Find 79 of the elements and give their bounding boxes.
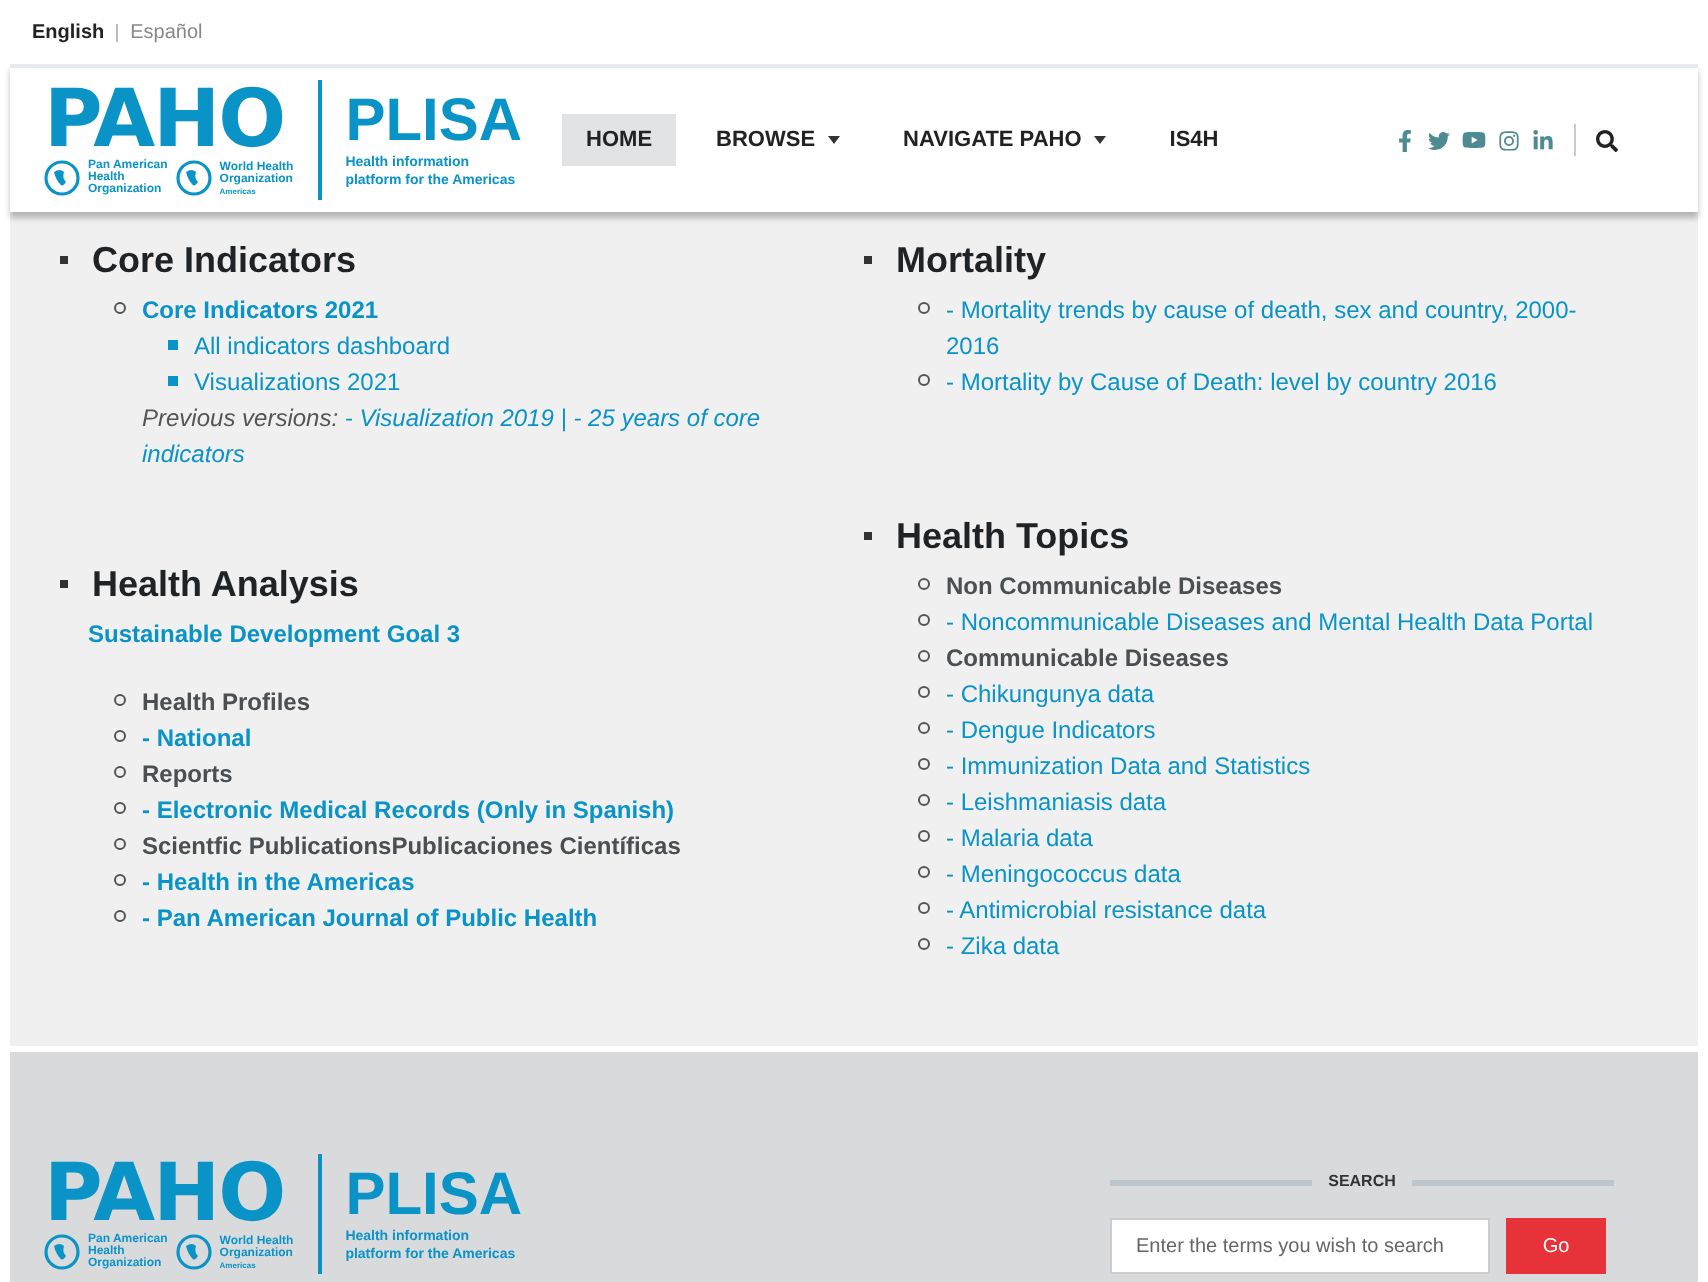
language-link[interactable]: Español — [130, 17, 203, 47]
bullet-icon — [168, 340, 178, 350]
language-link[interactable]: English — [32, 17, 105, 47]
product-name: PLISA — [345, 1164, 523, 1228]
previous-versions-text: Previous versions: - Visualization 2019 | - 25 years of core indicators — [140, 402, 763, 472]
bullet-icon — [114, 302, 126, 314]
bullet-icon — [918, 830, 930, 842]
nav-tab[interactable]: BROWSE — [692, 114, 864, 166]
section-heading: Mortality — [896, 238, 1047, 284]
linkedin-icon[interactable] — [1532, 129, 1554, 151]
bullet-icon — [864, 532, 872, 540]
link[interactable]: Visualizations 2021 — [194, 364, 401, 400]
link[interactable]: - Pan American Journal of Public Health — [142, 900, 598, 936]
bullet-icon — [60, 580, 68, 588]
bullet-icon — [114, 874, 126, 886]
link[interactable]: - National — [142, 720, 252, 756]
product-name: PLISA — [345, 90, 523, 154]
go-button[interactable]: Go — [1506, 1218, 1606, 1274]
category-label: Health Profiles — [142, 686, 311, 720]
category-label: Non Communicable Diseases — [946, 570, 1283, 604]
bullet-icon — [114, 694, 126, 706]
bullet-icon — [114, 838, 126, 850]
link[interactable]: - Health in the Americas — [142, 864, 415, 900]
bullet-icon — [60, 256, 68, 264]
search-field[interactable]: Enter the terms you wish to search — [1110, 1218, 1490, 1274]
category-label: Reports — [142, 758, 233, 792]
globe-emblem-icon — [175, 160, 212, 196]
link[interactable]: - Noncommunicable Diseases and Mental Health Data Portal — [946, 604, 1593, 640]
link[interactable]: - Mortality trends by cause of death, sex and country, 2000-2016 — [946, 292, 1618, 364]
bullet-icon — [918, 902, 930, 914]
link[interactable]: - Zika data — [946, 928, 1060, 964]
bullet-icon — [114, 766, 126, 778]
link[interactable]: - Immunization Data and Statistics — [946, 748, 1311, 784]
bullet-icon — [918, 722, 930, 734]
instagram-icon[interactable] — [1498, 129, 1520, 151]
bullet-icon — [114, 910, 126, 922]
youtube-icon[interactable] — [1462, 128, 1486, 152]
bullet-icon — [114, 802, 126, 814]
link[interactable]: - Chikungunya data — [946, 676, 1155, 712]
bullet-icon — [918, 794, 930, 806]
bullet-icon — [918, 374, 930, 386]
bullet-icon — [918, 650, 930, 662]
logo-acronym: PAHO — [44, 84, 285, 156]
bullet-icon — [918, 578, 930, 590]
bullet-icon — [918, 302, 930, 314]
link[interactable]: All indicators dashboard — [194, 328, 451, 364]
bullet-icon — [918, 938, 930, 950]
logo-acronym: PAHO — [44, 1158, 285, 1230]
link[interactable]: - Meningococcus data — [946, 856, 1181, 892]
category-label: Communicable Diseases — [946, 642, 1229, 676]
link[interactable]: - Mortality by Cause of Death: level by country 2016 — [946, 364, 1497, 400]
section-heading: Health Analysis — [92, 562, 359, 608]
twitter-icon[interactable] — [1428, 129, 1450, 151]
bullet-icon — [918, 614, 930, 626]
nav-tab[interactable]: IS4H — [1145, 114, 1243, 166]
facebook-icon[interactable] — [1394, 129, 1416, 151]
link[interactable]: - Dengue Indicators — [946, 712, 1156, 748]
link[interactable]: Core Indicators 2021 — [142, 292, 379, 328]
bullet-icon — [864, 256, 872, 264]
link[interactable]: - Leishmaniasis data — [946, 784, 1167, 820]
category-label: Scientfic PublicationsPublicaciones Científicas — [142, 830, 681, 864]
globe-emblem-icon — [175, 1234, 212, 1270]
link[interactable]: - Malaria data — [946, 820, 1093, 856]
nav-tab[interactable]: NAVIGATE PAHO — [879, 114, 1130, 166]
bullet-icon — [918, 686, 930, 698]
bullet-icon — [918, 866, 930, 878]
nav-tab[interactable]: HOME — [562, 114, 677, 166]
bullet-icon — [114, 730, 126, 742]
search-icon[interactable] — [1596, 129, 1618, 151]
globe-emblem-icon — [44, 1234, 80, 1270]
section-heading: Health Topics — [896, 514, 1130, 560]
link[interactable]: - Antimicrobial resistance data — [946, 892, 1267, 928]
bullet-icon — [168, 376, 178, 386]
bullet-icon — [918, 758, 930, 770]
search-heading: SEARCH — [1328, 1170, 1396, 1194]
section-heading: Core Indicators — [92, 238, 357, 284]
link[interactable]: - Electronic Medical Records (Only in Spanish) — [142, 792, 675, 828]
link[interactable]: Sustainable Development Goal 3 — [88, 616, 461, 652]
globe-emblem-icon — [44, 160, 80, 196]
